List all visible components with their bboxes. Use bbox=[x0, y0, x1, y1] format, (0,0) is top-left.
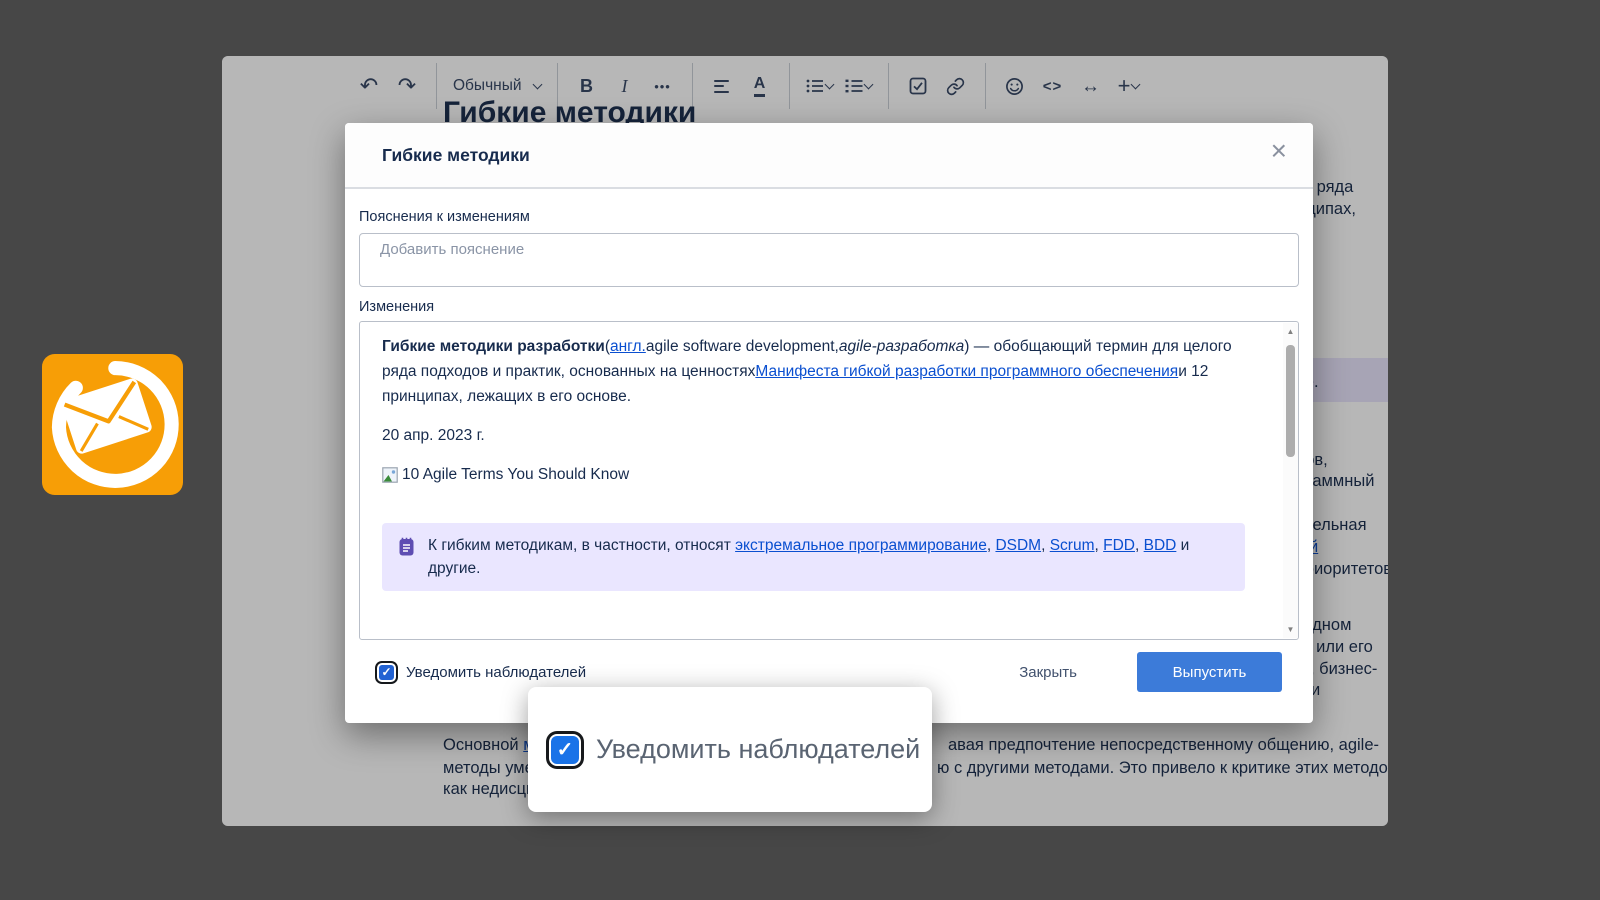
notify-watchers-label: Уведомить наблюдателей bbox=[406, 664, 586, 681]
doc-italic-text: agile-разработка bbox=[839, 338, 964, 355]
doc-link[interactable]: Манифеста гибкой разработки программного… bbox=[755, 363, 1178, 380]
changes-label: Изменения bbox=[359, 299, 1299, 315]
panel-text: , bbox=[1041, 537, 1050, 554]
panel-link[interactable]: Scrum bbox=[1050, 537, 1095, 554]
dialog-title: Гибкие методики bbox=[382, 145, 530, 166]
panel-link[interactable]: экстремальное программирование bbox=[735, 537, 987, 554]
scrollbar-thumb[interactable] bbox=[1286, 345, 1295, 457]
comment-input[interactable] bbox=[359, 233, 1299, 287]
doc-text: agile software development, bbox=[646, 338, 839, 355]
magnifier-popup: ✓ Уведомить наблюдателей bbox=[528, 687, 932, 812]
comment-label: Пояснения к изменениям bbox=[359, 209, 1299, 225]
changes-preview: Гибкие методики разработки(англ.agile so… bbox=[359, 321, 1299, 640]
panel-text: , bbox=[1095, 537, 1104, 554]
broken-image-alt-text: 10 Agile Terms You Should Know bbox=[402, 462, 629, 487]
panel-link[interactable]: FDD bbox=[1103, 537, 1135, 554]
scroll-up-icon[interactable]: ▲ bbox=[1283, 327, 1298, 336]
publish-button[interactable]: Выпустить bbox=[1137, 652, 1282, 692]
panel-link[interactable]: BDD bbox=[1144, 537, 1177, 554]
changes-document: Гибкие методики разработки(англ.agile so… bbox=[360, 322, 1283, 639]
notify-watchers-checkbox[interactable]: ✓ bbox=[379, 665, 394, 680]
panel-link[interactable]: DSDM bbox=[995, 537, 1041, 554]
scroll-down-icon[interactable]: ▼ bbox=[1283, 625, 1298, 634]
publish-dialog: Гибкие методики × Пояснения к изменениям… bbox=[345, 123, 1313, 723]
doc-clipped-text: Большинство гибких методик нацелены на м… bbox=[382, 635, 1245, 640]
dialog-header: Гибкие методики × bbox=[345, 123, 1313, 189]
close-button[interactable]: Закрыть bbox=[1007, 656, 1089, 689]
doc-link[interactable]: англ. bbox=[610, 338, 646, 355]
panel-text: , bbox=[1135, 537, 1144, 554]
panel-text: К гибким методикам, в частности, относят bbox=[428, 537, 735, 554]
note-icon bbox=[399, 537, 414, 556]
notify-watchers-label-magnified: Уведомить наблюдателей bbox=[596, 734, 920, 765]
notify-watchers-checkbox-magnified[interactable]: ✓ bbox=[551, 736, 579, 764]
doc-paragraph: Гибкие методики разработки(англ.agile so… bbox=[382, 334, 1245, 409]
info-panel: К гибким методикам, в частности, относят… bbox=[382, 523, 1245, 591]
close-icon[interactable]: × bbox=[1271, 137, 1287, 165]
changes-scrollbar[interactable]: ▲ ▼ bbox=[1283, 323, 1298, 638]
doc-date: 20 апр. 2023 г. bbox=[382, 423, 1245, 448]
doc-broken-image: 10 Agile Terms You Should Know bbox=[382, 462, 1245, 487]
broken-image-icon bbox=[382, 467, 398, 483]
dialog-body: Пояснения к изменениям Изменения Гибкие … bbox=[345, 209, 1313, 692]
doc-bold-text: Гибкие методики разработки bbox=[382, 338, 605, 355]
dialog-footer: ✓ Уведомить наблюдателей Закрыть Выпусти… bbox=[359, 652, 1299, 692]
desktop-background: ↶ ↷ Обычный B I ••• A bbox=[0, 0, 1600, 900]
mail-swirl-logo-icon[interactable] bbox=[42, 354, 183, 495]
